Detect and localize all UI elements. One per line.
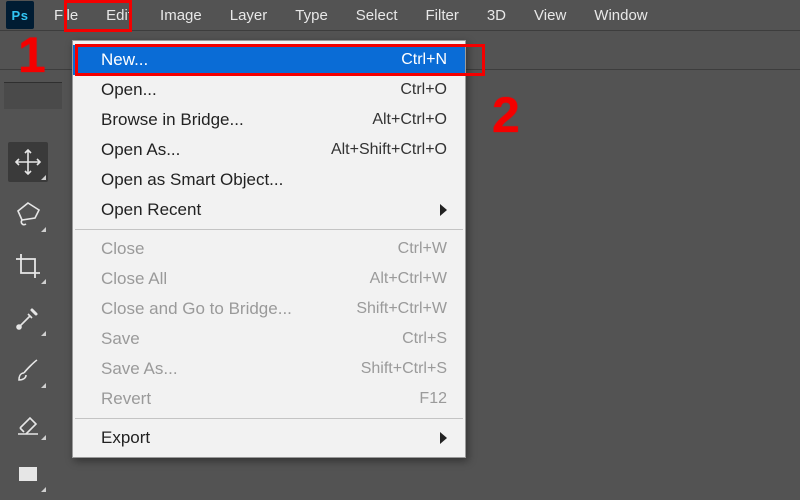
tool-flyout-indicator-icon: [41, 175, 46, 180]
menu-item-open-as-smart-object[interactable]: Open as Smart Object...: [73, 165, 465, 195]
menu-item-shortcut: Ctrl+W: [297, 240, 447, 258]
menu-select[interactable]: Select: [342, 0, 412, 30]
menu-item-shortcut: Ctrl+N: [297, 51, 447, 69]
menu-item-label: New...: [101, 50, 297, 70]
menu-item-shortcut: F12: [297, 390, 447, 408]
menu-3d-label: 3D: [487, 7, 506, 24]
menu-type[interactable]: Type: [281, 0, 342, 30]
tool-crop[interactable]: [8, 246, 48, 286]
file-menu-dropdown: New... Ctrl+N Open... Ctrl+O Browse in B…: [72, 40, 466, 458]
menu-item-label: Open As...: [101, 140, 297, 160]
menu-item-shortcut: Shift+Ctrl+W: [297, 300, 447, 318]
menu-item-label: Close and Go to Bridge...: [101, 299, 297, 319]
menu-item-label: Export: [101, 428, 282, 448]
tool-brush[interactable]: [8, 350, 48, 390]
menu-item-label: Open Recent: [101, 200, 282, 220]
menu-window[interactable]: Window: [580, 0, 661, 30]
tool-flyout-indicator-icon: [41, 279, 46, 284]
menu-view[interactable]: View: [520, 0, 580, 30]
menu-item-label: Browse in Bridge...: [101, 110, 297, 130]
app-logo-text: Ps: [12, 8, 29, 23]
menu-item-shortcut: Alt+Ctrl+O: [297, 111, 447, 129]
tool-flyout-indicator-icon: [41, 227, 46, 232]
menu-item-label: Revert: [101, 389, 297, 409]
menu-item-close: Close Ctrl+W: [73, 234, 465, 264]
menu-separator: [75, 418, 463, 419]
tool-flyout-indicator-icon: [41, 331, 46, 336]
menu-item-browse-in-bridge[interactable]: Browse in Bridge... Alt+Ctrl+O: [73, 105, 465, 135]
menu-item-open-as[interactable]: Open As... Alt+Shift+Ctrl+O: [73, 135, 465, 165]
menu-item-label: Close: [101, 239, 297, 259]
menu-edit[interactable]: Edit: [92, 0, 146, 30]
tool-eyedropper[interactable]: [8, 298, 48, 338]
tools-panel: [4, 136, 52, 494]
menu-item-open-recent[interactable]: Open Recent: [73, 195, 465, 225]
menu-3d[interactable]: 3D: [473, 0, 520, 30]
tool-eraser[interactable]: [8, 402, 48, 442]
menu-item-revert: Revert F12: [73, 384, 465, 414]
menu-image-label: Image: [160, 7, 202, 24]
menu-image[interactable]: Image: [146, 0, 216, 30]
menu-item-save-as: Save As... Shift+Ctrl+S: [73, 354, 465, 384]
document-tab-placeholder: [4, 82, 62, 109]
tool-lasso[interactable]: [8, 194, 48, 234]
menu-item-export[interactable]: Export: [73, 423, 465, 453]
submenu-arrow-icon: [440, 432, 447, 444]
menu-item-label: Save As...: [101, 359, 297, 379]
menu-item-new[interactable]: New... Ctrl+N: [73, 45, 465, 75]
app-logo: Ps: [6, 1, 34, 29]
menu-item-shortcut: Alt+Ctrl+W: [297, 270, 447, 288]
menu-file[interactable]: File: [40, 0, 92, 30]
menu-item-label: Open as Smart Object...: [101, 170, 297, 190]
menu-item-shortcut: Ctrl+O: [297, 81, 447, 99]
menu-item-close-all: Close All Alt+Ctrl+W: [73, 264, 465, 294]
tool-flyout-indicator-icon: [41, 435, 46, 440]
menu-item-label: Save: [101, 329, 297, 349]
menu-bar: Ps File Edit Image Layer Type Select Fil…: [0, 0, 800, 30]
menu-filter[interactable]: Filter: [412, 0, 473, 30]
menu-item-label: Open...: [101, 80, 297, 100]
tool-flyout-indicator-icon: [41, 487, 46, 492]
menu-item-shortcut: Alt+Shift+Ctrl+O: [297, 141, 447, 159]
menu-item-close-go-bridge: Close and Go to Bridge... Shift+Ctrl+W: [73, 294, 465, 324]
menu-layer-label: Layer: [230, 7, 268, 24]
menu-window-label: Window: [594, 7, 647, 24]
menu-item-label: Close All: [101, 269, 297, 289]
menu-item-shortcut: Ctrl+S: [297, 330, 447, 348]
menu-file-label: File: [54, 7, 78, 24]
submenu-arrow-icon: [440, 204, 447, 216]
menu-view-label: View: [534, 7, 566, 24]
menu-edit-label: Edit: [106, 7, 132, 24]
menu-type-label: Type: [295, 7, 328, 24]
tool-move[interactable]: [8, 142, 48, 182]
tool-rectangle[interactable]: [8, 454, 48, 494]
tool-flyout-indicator-icon: [41, 383, 46, 388]
menu-layer[interactable]: Layer: [216, 0, 282, 30]
menu-filter-label: Filter: [426, 7, 459, 24]
menu-select-label: Select: [356, 7, 398, 24]
menu-item-open[interactable]: Open... Ctrl+O: [73, 75, 465, 105]
menu-separator: [75, 229, 463, 230]
menu-item-shortcut: Shift+Ctrl+S: [297, 360, 447, 378]
menu-item-save: Save Ctrl+S: [73, 324, 465, 354]
